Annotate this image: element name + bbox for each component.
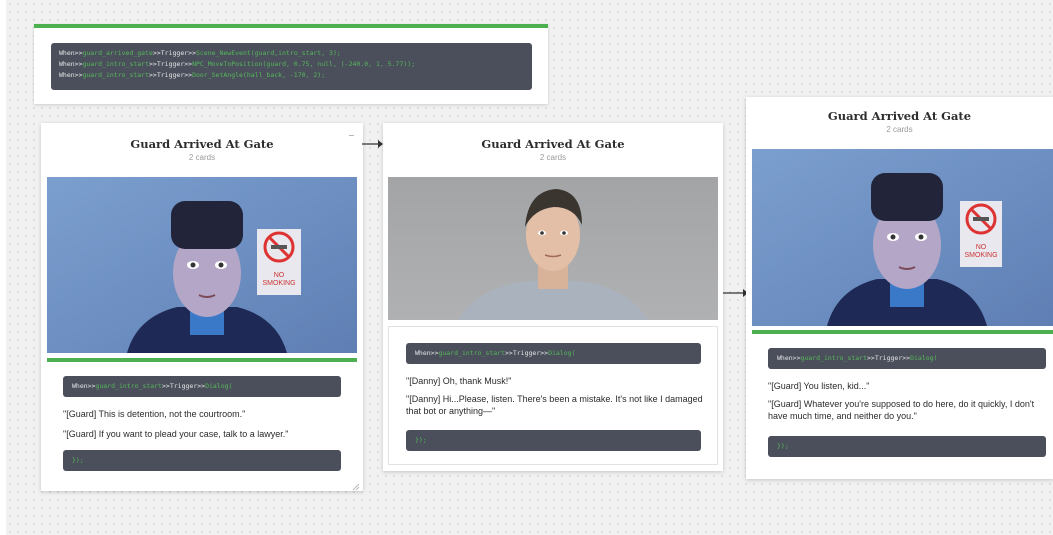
sign-text: SMOKING [262, 280, 295, 287]
code-close: }); [777, 442, 789, 450]
code-event: guard_intro_start [82, 71, 150, 79]
dialog-line: "[Guard] You listen, kid..." [768, 381, 870, 391]
card-title: Guard Arrived At Gate [130, 137, 274, 151]
dialog-line: "[Danny] Oh, thank Musk!" [406, 376, 512, 386]
trigger-code-block[interactable]: When>>guard_arrived_gate>>Trigger>>Scene… [51, 43, 532, 90]
code-action: NPC_MoveToPosition(guard, 0.75, null, (-… [192, 60, 416, 68]
code-close: }); [415, 436, 427, 444]
guard-portrait[interactable]: NO SMOKING [47, 177, 357, 353]
code-keyword: When>> [777, 354, 801, 362]
dialog-code-end[interactable]: }); [63, 450, 341, 471]
code-event: guard_arrived_gate [82, 49, 153, 57]
card-title: Guard Arrived At Gate [827, 109, 972, 123]
story-card-2[interactable]: Guard Arrived At Gate 2 cards When>>guar… [383, 123, 723, 471]
dialog-code[interactable]: When>>guard_intro_start>>Trigger>>Dialog… [63, 376, 341, 397]
code-action: Door_SetAngle(hall_back, -170, 2); [192, 71, 326, 79]
code-event: guard_intro_start [800, 354, 868, 362]
dialog-line: "[Danny] Hi...Please, listen. There's be… [406, 394, 703, 416]
connector-arrow-icon [362, 140, 383, 148]
code-line-2: When>>guard_intro_start>>Trigger>>NPC_Mo… [59, 59, 524, 70]
code-keyword: >>Trigger>> [152, 49, 196, 57]
card-divider [47, 358, 357, 362]
code-line-1: When>>guard_arrived_gate>>Trigger>>Scene… [59, 48, 524, 59]
code-close: }); [72, 456, 84, 464]
code-keyword: When>> [72, 382, 96, 390]
dialog-code-end[interactable]: }); [406, 430, 701, 451]
story-card-3[interactable]: Guard Arrived At Gate 2 cards NO SMOKING [746, 97, 1053, 479]
resize-handle-icon[interactable] [352, 483, 360, 491]
dialog-line: "[Guard] If you want to plead your case,… [63, 429, 289, 439]
code-action: Dialog( [910, 354, 938, 362]
minimize-icon[interactable] [349, 135, 354, 136]
code-keyword: >>Trigger>> [505, 349, 549, 357]
code-keyword: When>> [415, 349, 439, 357]
card-count: 2 cards [886, 125, 913, 134]
dialog-line: "[Guard] Whatever you're supposed to do … [768, 399, 1035, 421]
danny-portrait-image [388, 177, 718, 320]
sign-text: NO [976, 244, 987, 251]
code-keyword: >>Trigger>> [149, 71, 193, 79]
code-action: Dialog( [205, 382, 233, 390]
code-keyword: >>Trigger>> [149, 60, 193, 68]
code-keyword: When>> [59, 60, 83, 68]
code-keyword: When>> [59, 71, 83, 79]
code-keyword: When>> [59, 49, 83, 57]
card-count: 2 cards [188, 153, 216, 162]
dialog-code[interactable]: When>>guard_intro_start>>Trigger>>Dialog… [406, 343, 701, 364]
trigger-code-card[interactable]: When>>guard_arrived_gate>>Trigger>>Scene… [34, 24, 548, 104]
card-divider [752, 330, 1053, 334]
code-keyword: >>Trigger>> [867, 354, 911, 362]
code-action: Scene_NewEvent(guard,intro_start, 3); [195, 49, 341, 57]
card-title: Guard Arrived At Gate [481, 137, 625, 151]
code-action: Dialog( [548, 349, 576, 357]
dialog-code[interactable]: When>>guard_intro_start>>Trigger>>Dialog… [768, 348, 1046, 369]
dialog-code-end[interactable]: }); [768, 436, 1046, 457]
guard-portrait[interactable]: NO SMOKING [752, 149, 1053, 326]
sign-text: SMOKING [964, 252, 997, 259]
code-keyword: >>Trigger>> [162, 382, 206, 390]
code-event: guard_intro_start [438, 349, 506, 357]
guard-portrait-image: NO SMOKING [47, 177, 357, 353]
danny-portrait[interactable] [388, 177, 718, 320]
story-card-1[interactable]: Guard Arrived At Gate 2 cards NO SMOKING [41, 123, 363, 491]
dialog-line: "[Guard] This is detention, not the cour… [63, 409, 246, 419]
code-line-3: When>>guard_intro_start>>Trigger>>Door_S… [59, 70, 524, 81]
card-count: 2 cards [539, 153, 567, 162]
guard-portrait-image: NO SMOKING [752, 149, 1053, 326]
sign-text: NO [274, 272, 285, 279]
code-event: guard_intro_start [82, 60, 150, 68]
code-event: guard_intro_start [95, 382, 163, 390]
